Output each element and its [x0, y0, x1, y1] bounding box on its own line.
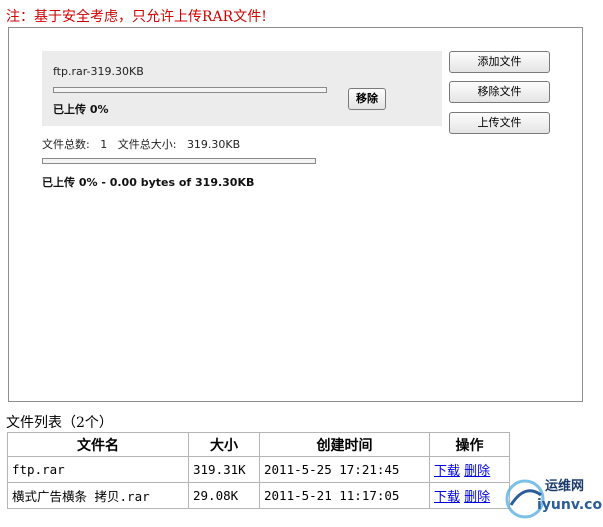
- file-name-cell: 横式广告横条 拷贝.rar: [7, 482, 189, 509]
- file-size-cell: 319.31K: [188, 456, 260, 483]
- site-watermark: 运维网 iyunv.com: [503, 473, 603, 523]
- upload-stats: 文件总数: 1 文件总大小: 319.30KB: [42, 136, 240, 152]
- watermark-text-domain: iyunv.com: [537, 497, 603, 513]
- table-header-row: 文件名 大小 创建时间 操作: [7, 432, 510, 457]
- download-link[interactable]: 下载: [434, 464, 460, 479]
- overall-progress-bar: [42, 158, 316, 164]
- file-count-value: 1: [100, 138, 108, 151]
- header-actions: 操作: [429, 432, 510, 457]
- header-file-name: 文件名: [7, 432, 189, 457]
- upload-panel: ftp.rar-319.30KB 已上传 0% 移除 添加文件 移除文件 上传文…: [8, 27, 583, 402]
- remove-file-button[interactable]: 移除: [348, 88, 386, 110]
- table-row: ftp.rar 319.31K 2011-5-25 17:21:45 下载 删除: [7, 456, 510, 483]
- file-size-cell: 29.08K: [188, 482, 260, 509]
- file-list-table: 文件名 大小 创建时间 操作 ftp.rar 319.31K 2011-5-25…: [7, 432, 510, 509]
- queued-file-name: ftp.rar-319.30KB: [53, 65, 144, 78]
- watermark-text-cn: 运维网: [545, 479, 585, 494]
- overall-upload-status: 已上传 0% - 0.00 bytes of 319.30KB: [42, 176, 255, 189]
- file-upload-status: 已上传 0%: [53, 103, 109, 116]
- file-created-cell: 2011-5-25 17:21:45: [259, 456, 430, 483]
- upload-files-button[interactable]: 上传文件: [449, 112, 550, 134]
- security-notice: 注：基于安全考虑，只允许上传RAR文件!: [6, 9, 267, 25]
- queued-file-card: ftp.rar-319.30KB 已上传 0% 移除: [42, 51, 442, 126]
- file-count-label: 文件总数:: [42, 138, 90, 151]
- remove-files-button[interactable]: 移除文件: [449, 81, 550, 103]
- table-row: 横式广告横条 拷贝.rar 29.08K 2011-5-21 11:17:05 …: [7, 482, 510, 509]
- total-size-label: 文件总大小:: [117, 138, 177, 151]
- total-size-value: 319.30KB: [186, 138, 241, 151]
- delete-link[interactable]: 删除: [464, 464, 490, 479]
- download-link[interactable]: 下载: [434, 490, 460, 505]
- file-progress-bar: [53, 87, 327, 93]
- add-files-button[interactable]: 添加文件: [449, 51, 550, 73]
- header-size: 大小: [188, 432, 260, 457]
- delete-link[interactable]: 删除: [464, 490, 490, 505]
- file-name-cell: ftp.rar: [7, 456, 189, 483]
- file-actions-cell: 下载 删除: [429, 482, 510, 509]
- file-actions-cell: 下载 删除: [429, 456, 510, 483]
- header-created-time: 创建时间: [259, 432, 430, 457]
- file-list-title: 文件列表（2个）: [6, 415, 113, 431]
- file-created-cell: 2011-5-21 11:17:05: [259, 482, 430, 509]
